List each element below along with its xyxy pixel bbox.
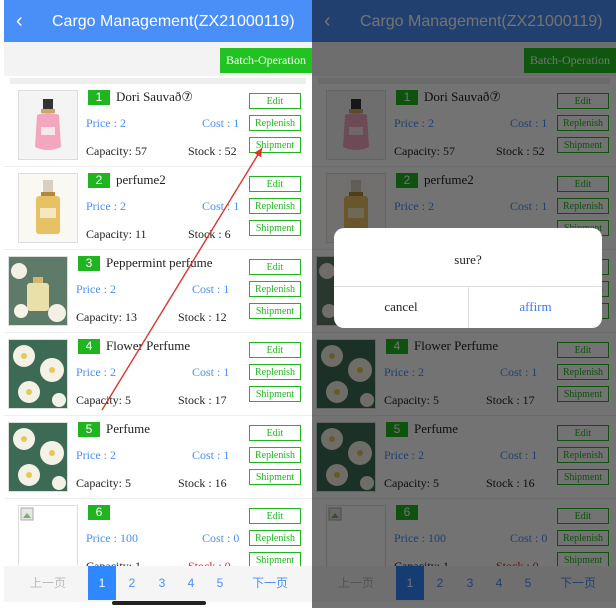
replenish-button[interactable]: Replenish bbox=[249, 198, 301, 214]
stock-label: Stock : 12 bbox=[178, 310, 227, 324]
edit-button[interactable]: Edit bbox=[249, 508, 301, 524]
replenish-button[interactable]: Replenish bbox=[249, 447, 301, 463]
capacity-label: Capacity: 11 bbox=[86, 227, 147, 241]
page-3-button[interactable]: 3 bbox=[148, 566, 176, 600]
batch-operation-button[interactable]: Batch-Operation bbox=[220, 48, 312, 73]
cargo-screen-right: ‹ Cargo Management(ZX21000119) Batch-Ope… bbox=[312, 0, 616, 608]
app-header: ‹ Cargo Management(ZX21000119) bbox=[4, 0, 312, 42]
product-name: Dori Sauvað⑦ bbox=[116, 89, 194, 104]
stock-label: Stock : 17 bbox=[178, 393, 227, 407]
page-4-button[interactable]: 4 bbox=[177, 566, 205, 600]
capacity-label: Capacity: 5 bbox=[76, 393, 131, 407]
list-item: 2 perfume2 Price : 2 Cost : 1 Capacity: 11 St… bbox=[4, 169, 312, 250]
cost-label: Cost : 1 bbox=[192, 448, 230, 462]
list-item: 3 Peppermint perfume Price : 2 Cost : 1 Capa… bbox=[4, 252, 312, 333]
product-image bbox=[18, 505, 78, 575]
confirm-dialog: sure? cancel affirm bbox=[334, 228, 602, 328]
product-image bbox=[8, 339, 68, 409]
product-name: Perfume bbox=[106, 421, 151, 436]
edit-button[interactable]: Edit bbox=[249, 259, 301, 275]
page-2-button[interactable]: 2 bbox=[118, 566, 146, 600]
divider bbox=[10, 78, 306, 84]
back-icon[interactable]: ‹ bbox=[16, 9, 23, 33]
product-image bbox=[8, 256, 68, 326]
stock-label: Stock : 16 bbox=[178, 476, 227, 490]
product-name: Peppermint perfume bbox=[106, 255, 213, 270]
home-indicator bbox=[112, 601, 206, 605]
shipment-button[interactable]: Shipment bbox=[249, 220, 301, 236]
item-number-badge: 4 bbox=[78, 339, 100, 354]
cost-label: Cost : 1 bbox=[192, 282, 230, 296]
price-label: Price : 2 bbox=[76, 448, 116, 462]
product-image bbox=[18, 173, 78, 243]
stock-label: Stock : 6 bbox=[188, 227, 231, 241]
product-image bbox=[18, 90, 78, 160]
capacity-label: Capacity: 57 bbox=[86, 144, 147, 158]
cost-label: Cost : 1 bbox=[192, 365, 230, 379]
price-label: Price : 100 bbox=[86, 531, 138, 545]
prev-page-button[interactable]: 上一页 bbox=[26, 566, 70, 600]
shipment-button[interactable]: Shipment bbox=[249, 386, 301, 402]
affirm-button[interactable]: affirm bbox=[469, 286, 602, 328]
shipment-button[interactable]: Shipment bbox=[249, 137, 301, 153]
replenish-button[interactable]: Replenish bbox=[249, 115, 301, 131]
item-number-badge: 2 bbox=[88, 173, 110, 188]
price-label: Price : 2 bbox=[86, 199, 126, 213]
item-number-badge: 3 bbox=[78, 256, 100, 271]
cost-label: Cost : 1 bbox=[202, 116, 240, 130]
edit-button[interactable]: Edit bbox=[249, 93, 301, 109]
cargo-screen-left: ‹ Cargo Management(ZX21000119) Batch-Ope… bbox=[4, 0, 312, 608]
product-image bbox=[8, 422, 68, 492]
item-number-badge: 5 bbox=[78, 422, 100, 437]
product-name: Flower Perfume bbox=[106, 338, 191, 353]
replenish-button[interactable]: Replenish bbox=[249, 281, 301, 297]
price-label: Price : 2 bbox=[76, 365, 116, 379]
edit-button[interactable]: Edit bbox=[249, 176, 301, 192]
toolbar: Batch-Operation bbox=[4, 42, 312, 76]
shipment-button[interactable]: Shipment bbox=[249, 303, 301, 319]
price-label: Price : 2 bbox=[86, 116, 126, 130]
capacity-label: Capacity: 13 bbox=[76, 310, 137, 324]
shipment-button[interactable]: Shipment bbox=[249, 469, 301, 485]
next-page-button[interactable]: 下一页 bbox=[246, 566, 294, 600]
page-title: Cargo Management(ZX21000119) bbox=[52, 13, 295, 30]
item-number-badge: 1 bbox=[88, 90, 110, 105]
edit-button[interactable]: Edit bbox=[249, 425, 301, 441]
list-item: 5 Perfume Price : 2 Cost : 1 Capacity: 5 Stoc… bbox=[4, 418, 312, 499]
list-item: 4 Flower Perfume Price : 2 Cost : 1 Capacity… bbox=[4, 335, 312, 416]
cost-label: Cost : 0 bbox=[202, 531, 240, 545]
page-5-button[interactable]: 5 bbox=[206, 566, 234, 600]
price-label: Price : 2 bbox=[76, 282, 116, 296]
stock-label: Stock : 52 bbox=[188, 144, 237, 158]
edit-button[interactable]: Edit bbox=[249, 342, 301, 358]
product-name: perfume2 bbox=[116, 172, 166, 187]
cancel-button[interactable]: cancel bbox=[334, 286, 468, 328]
page-1-button[interactable]: 1 bbox=[88, 566, 116, 600]
dialog-message: sure? bbox=[454, 252, 482, 267]
cost-label: Cost : 1 bbox=[202, 199, 240, 213]
replenish-button[interactable]: Replenish bbox=[249, 364, 301, 380]
replenish-button[interactable]: Replenish bbox=[249, 530, 301, 546]
item-number-badge: 6 bbox=[88, 505, 110, 520]
pagination: 上一页 12345 下一页 bbox=[4, 566, 312, 602]
list-item: 1 Dori Sauvað⑦ Price : 2 Cost : 1 Capacity: … bbox=[4, 86, 312, 167]
capacity-label: Capacity: 5 bbox=[76, 476, 131, 490]
